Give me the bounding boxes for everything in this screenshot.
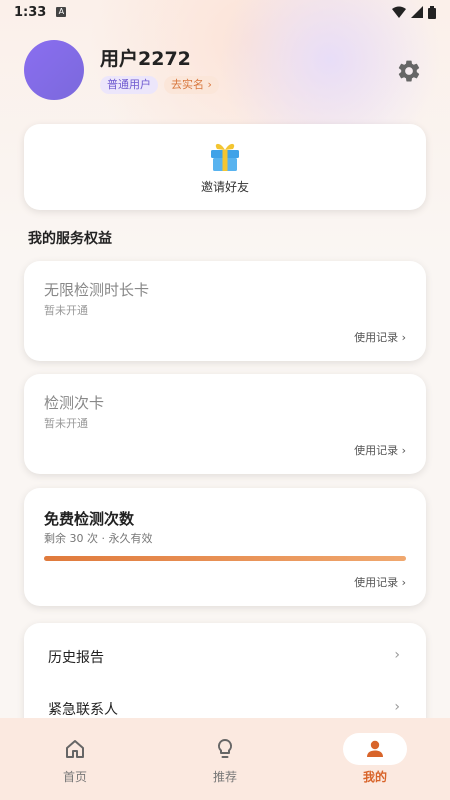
- invite-friends-card[interactable]: 邀请好友: [24, 124, 426, 210]
- tab-recommend[interactable]: 推荐: [150, 718, 300, 800]
- unlimited-duration-card[interactable]: 无限检测时长卡 暂未开通 使用记录 ›: [24, 261, 426, 361]
- wifi-icon: [392, 6, 406, 18]
- chevron-right-icon: ›: [394, 699, 400, 715]
- status-bar: 1:33 A: [0, 0, 450, 24]
- detection-count-card[interactable]: 检测次卡 暂未开通 使用记录 ›: [24, 374, 426, 474]
- notification-a-icon: A: [56, 7, 67, 17]
- status-time: 1:33: [14, 4, 47, 20]
- usage-record-link[interactable]: 使用记录 ›: [354, 574, 406, 590]
- tab-mine[interactable]: 我的: [300, 718, 450, 800]
- card-status: 剩余 30 次 · 永久有效: [44, 532, 153, 545]
- bottom-nav: 首页 推荐 我的: [0, 718, 450, 800]
- battery-icon: [428, 5, 436, 19]
- username: 用户2272: [100, 48, 191, 70]
- card-title: 无限检测时长卡: [44, 281, 150, 299]
- chevron-right-icon: ›: [394, 647, 400, 663]
- usage-record-link[interactable]: 使用记录 ›: [354, 329, 406, 345]
- menu-item-label: 历史报告: [48, 650, 104, 666]
- free-detections-card[interactable]: 免费检测次数 剩余 30 次 · 永久有效 使用记录 ›: [24, 488, 426, 606]
- card-status: 暂未开通: [44, 304, 88, 317]
- remaining-progress-fill: [44, 556, 406, 561]
- profile-header: 用户2272 普通用户 去实名 ›: [24, 38, 426, 102]
- gear-icon[interactable]: [396, 58, 422, 84]
- verify-identity-link[interactable]: 去实名 ›: [164, 76, 219, 94]
- card-title: 免费检测次数: [44, 510, 135, 528]
- tab-label: 我的: [362, 770, 387, 784]
- status-icons: [392, 5, 436, 19]
- invite-friends-label: 邀请好友: [200, 180, 249, 194]
- signal-icon: [411, 6, 423, 18]
- gift-icon: [211, 143, 239, 171]
- section-title-services: 我的服务权益: [28, 231, 112, 247]
- tab-label: 首页: [62, 770, 87, 784]
- tab-home[interactable]: 首页: [0, 718, 150, 800]
- member-level-badge: 普通用户: [100, 76, 158, 94]
- remaining-progress-bar: [44, 556, 406, 561]
- menu-item-history-reports[interactable]: 历史报告 ›: [24, 635, 426, 679]
- person-icon: [367, 740, 383, 757]
- card-title: 检测次卡: [44, 394, 105, 412]
- card-status: 暂未开通: [44, 417, 88, 430]
- menu-item-label: 紧急联系人: [48, 702, 118, 718]
- usage-record-link[interactable]: 使用记录 ›: [354, 442, 406, 458]
- home-icon: [66, 740, 84, 758]
- avatar[interactable]: [24, 40, 84, 100]
- lightbulb-icon: [217, 738, 233, 758]
- tab-label: 推荐: [212, 770, 237, 784]
